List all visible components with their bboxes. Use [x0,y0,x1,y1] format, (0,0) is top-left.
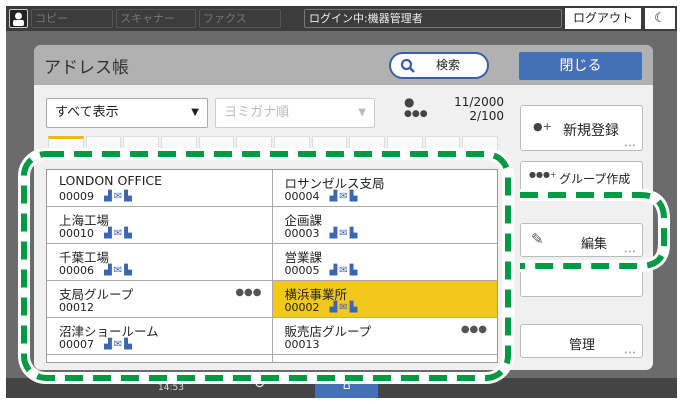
highlight-overlay [18,148,670,384]
edit-highlight-frame [520,192,667,269]
edit-highlight-halo [520,189,670,272]
list-highlight-halo [18,148,514,384]
list-highlight-frame [21,151,511,381]
